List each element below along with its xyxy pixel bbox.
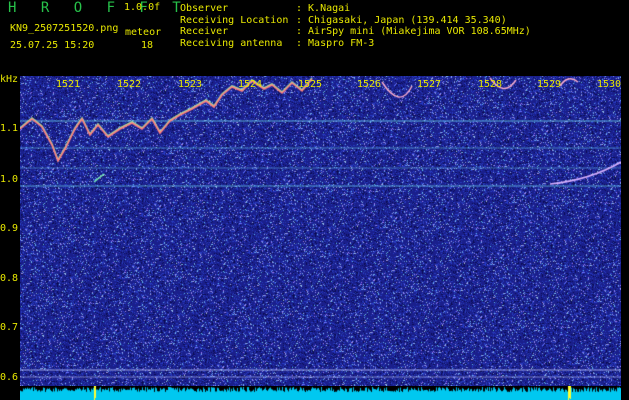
time-tick-1522: 1522 (117, 79, 142, 90)
y-axis-unit: kHz (0, 74, 19, 85)
right-border (621, 76, 629, 400)
time-tick-1524: 1524 (238, 79, 263, 90)
info-row-receiver: Receiver: AirSpy mini (Miakejima VOR 108… (180, 26, 531, 38)
power-floor-strip (20, 386, 621, 400)
y-label-0-7: 0.7 (0, 322, 19, 333)
y-label-0-8: 0.8 (0, 273, 19, 284)
time-tick-1523: 1523 (178, 79, 203, 90)
app-brand: H R O F F T (8, 0, 189, 16)
meteor-count: 18 (141, 40, 154, 51)
time-tick-1528: 1528 (478, 79, 503, 90)
time-tick-1527: 1527 (417, 79, 442, 90)
y-label-0-6: 0.6 (0, 372, 19, 383)
observation-info: Observer: K.Nagai Receiving Location: Ch… (180, 3, 531, 49)
info-row-location: Receiving Location: Chigasaki, Japan (13… (180, 14, 507, 26)
datetime-label: 25.07.25 15:20 (10, 40, 95, 51)
time-tick-1529: 1529 (537, 79, 562, 90)
time-tick-1525: 1525 (298, 79, 323, 90)
y-label-1-0: 1.0 (0, 174, 19, 185)
y-label-1-1: 1.1 (0, 123, 19, 134)
time-tick-1526: 1526 (357, 79, 382, 90)
info-row-antenna: Receiving antenna: Maspro FM-3 (180, 37, 375, 49)
info-row-observer: Observer: K.Nagai (180, 3, 351, 14)
spectrogram (20, 76, 621, 386)
version-label: 1.0.0f (124, 2, 161, 13)
time-tick-1530: 1530 (597, 79, 622, 90)
meteor-label: meteor (125, 27, 162, 38)
time-tick-1521: 1521 (56, 79, 81, 90)
header-panel: H R O F F T 1.0.0f KN9_2507251520.png 25… (0, 0, 629, 76)
filename-label: KN9_2507251520.png (10, 23, 119, 34)
y-label-0-9: 0.9 (0, 223, 19, 234)
